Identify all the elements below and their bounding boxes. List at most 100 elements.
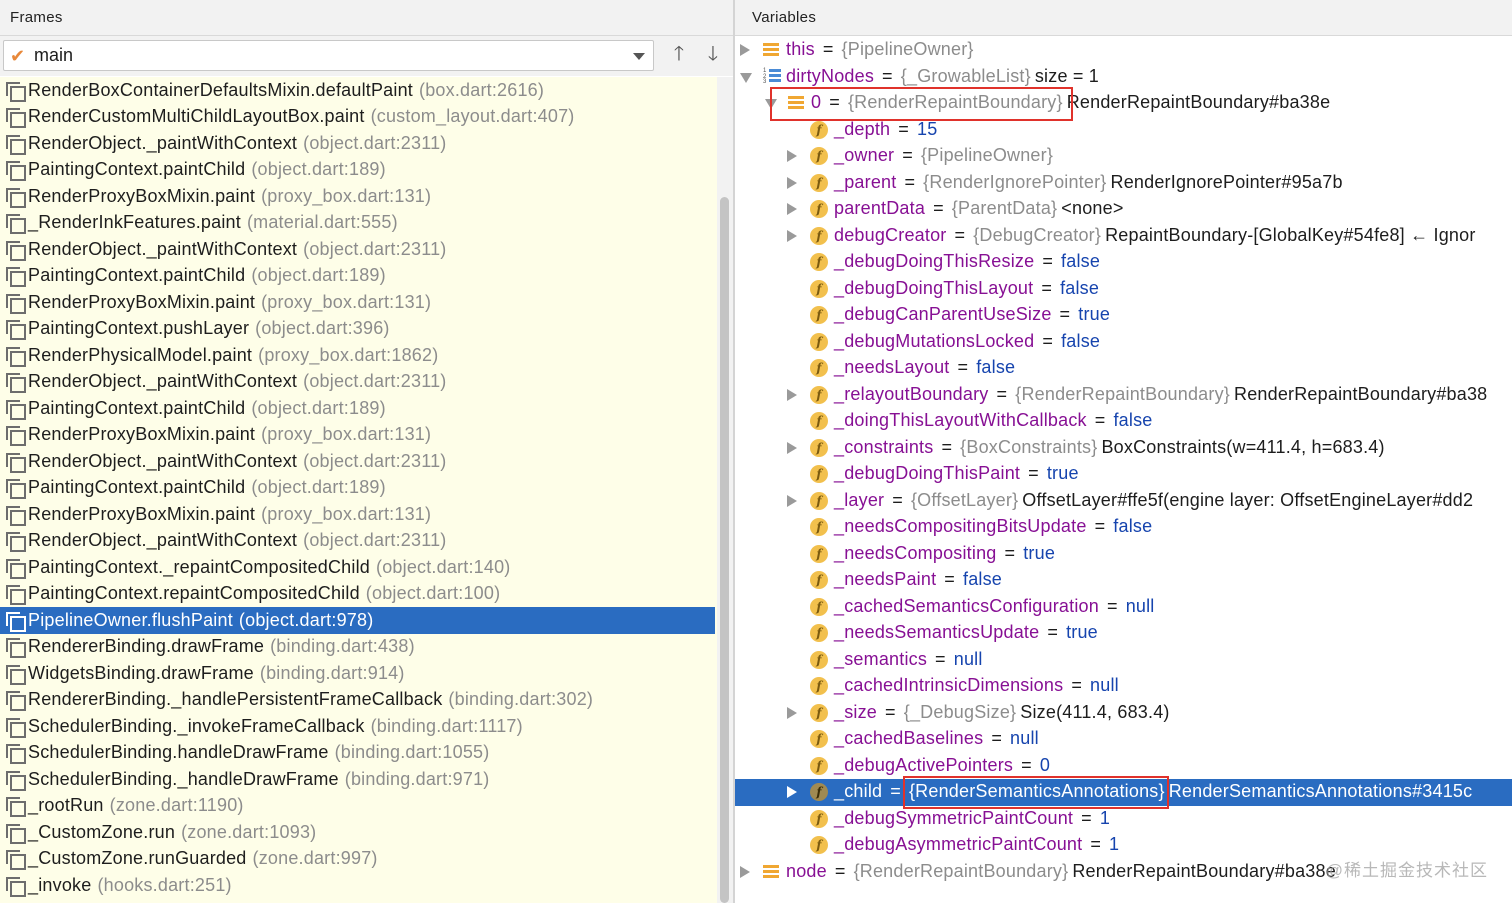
- expand-arrow-icon[interactable]: [787, 203, 797, 215]
- variable-name: _semantics: [834, 648, 928, 669]
- frame-location: (box.dart:2616): [419, 79, 545, 100]
- variable-row[interactable]: f debugCreator = {DebugCreator} RepaintBound…: [735, 223, 1512, 250]
- frame-row[interactable]: _rootRun (zone.dart:1190): [0, 793, 715, 820]
- frame-row[interactable]: RenderCustomMultiChildLayoutBox.paint (cu…: [0, 104, 715, 131]
- variable-row[interactable]: f parentData = {ParentData} <none>: [735, 196, 1512, 223]
- equals-sign: =: [834, 860, 846, 881]
- variable-name: _relayoutBoundary: [834, 383, 989, 404]
- expand-arrow-icon[interactable]: [787, 786, 797, 798]
- frame-row[interactable]: RenderProxyBoxMixin.paint (proxy_box.dart…: [0, 289, 715, 316]
- frame-row[interactable]: SchedulerBinding.handleDrawFrame (binding…: [0, 740, 715, 767]
- variable-row[interactable]: f _size = {_DebugSize} Size(411.4, 683.4): [735, 700, 1512, 727]
- expand-arrow-icon[interactable]: [787, 441, 797, 454]
- expand-arrow-icon[interactable]: [787, 388, 797, 401]
- variable-row[interactable]: f _layer = {OffsetLayer} OffsetLayer#ffe5f(e…: [735, 488, 1512, 515]
- frame-row[interactable]: RenderBoxContainerDefaultsMixin.defaultP…: [0, 77, 715, 104]
- frame-row[interactable]: PaintingContext.paintChild (object.dart:1…: [0, 157, 715, 184]
- frame-row[interactable]: RenderObject._paintWithContext (object.da…: [0, 369, 715, 396]
- frame-row[interactable]: _CustomZone.runGuarded (zone.dart:997): [0, 846, 715, 873]
- frame-location: (hooks.dart:251): [97, 874, 232, 895]
- next-frame-arrow-icon[interactable]: 🡓: [700, 42, 726, 70]
- frame-row[interactable]: PaintingContext.paintChild (object.dart:1…: [0, 475, 715, 502]
- frame-row[interactable]: RenderObject._paintWithContext (object.da…: [0, 130, 715, 157]
- frame-row[interactable]: RenderProxyBoxMixin.paint (proxy_box.dart…: [0, 422, 715, 449]
- variable-row[interactable]: f _parent = {RenderIgnorePointer} RenderIgno…: [735, 170, 1512, 197]
- variable-row[interactable]: f _debugActivePointers = 0: [735, 753, 1512, 780]
- frame-row[interactable]: PaintingContext.paintChild (object.dart:1…: [0, 263, 715, 290]
- frame-row[interactable]: RenderObject._paintWithContext (object.da…: [0, 448, 715, 475]
- variable-row[interactable]: f _needsCompositing = true: [735, 541, 1512, 568]
- frame-row[interactable]: RenderObject._paintWithContext (object.da…: [0, 236, 715, 263]
- variable-row[interactable]: f _needsPaint = false: [735, 567, 1512, 594]
- chevron-down-icon[interactable]: [633, 53, 645, 60]
- variable-value: 1: [1109, 834, 1120, 854]
- variable-text: this = {PipelineOwner}: [786, 39, 974, 60]
- expand-arrow-icon[interactable]: [787, 706, 797, 719]
- variable-row[interactable]: f _cachedIntrinsicDimensions = null: [735, 673, 1512, 700]
- variable-row[interactable]: this = {PipelineOwner}: [735, 37, 1512, 64]
- variable-row[interactable]: 1 2 3 dirtyNodes = {_GrowableList} size = 1: [735, 64, 1512, 91]
- expand-arrow-icon[interactable]: [787, 176, 797, 189]
- frame-row[interactable]: PaintingContext.paintChild (object.dart:1…: [0, 395, 715, 422]
- variable-text: parentData = {ParentData} <none>: [834, 198, 1124, 219]
- frame-row[interactable]: PaintingContext._repaintCompositedChild (…: [0, 554, 715, 581]
- variable-row[interactable]: f _needsSemanticsUpdate = true: [735, 620, 1512, 647]
- collapse-arrow-icon[interactable]: [765, 99, 777, 109]
- expand-arrow-icon[interactable]: [740, 865, 750, 878]
- variable-row[interactable]: f _owner = {PipelineOwner}: [735, 143, 1512, 170]
- variable-value: false: [1060, 277, 1100, 298]
- variable-name: _constraints: [834, 436, 934, 457]
- frame-row[interactable]: RenderProxyBoxMixin.paint (proxy_box.dart…: [0, 183, 715, 210]
- variable-name: _debugDoingThisResize: [834, 251, 1035, 271]
- variable-row[interactable]: f _debugAsymmetricPaintCount = 1: [735, 832, 1512, 859]
- expand-arrow-icon[interactable]: [787, 229, 797, 242]
- expand-arrow-icon[interactable]: [787, 150, 797, 162]
- stack-frame-icon: [6, 823, 26, 844]
- previous-frame-arrow-icon[interactable]: 🡑: [666, 42, 692, 70]
- variable-row[interactable]: f _debugCanParentUseSize = true: [735, 302, 1512, 329]
- frame-row[interactable]: SchedulerBinding._handleDrawFrame (bindin…: [0, 766, 715, 793]
- variable-row[interactable]: f _needsCompositingBitsUpdate = false: [735, 514, 1512, 541]
- collapse-arrow-icon[interactable]: [740, 72, 752, 83]
- frame-row[interactable]: _RenderInkFeatures.paint (material.dart:5…: [0, 210, 715, 237]
- variable-value: false: [963, 569, 1003, 589]
- frame-row[interactable]: PaintingContext.repaintCompositedChild (o…: [0, 581, 715, 608]
- variable-row[interactable]: f _cachedSemanticsConfiguration = null: [735, 594, 1512, 621]
- field-icon: f: [810, 465, 828, 483]
- frame-method-name: RenderObject._paintWithContext: [28, 450, 298, 471]
- frame-row[interactable]: _CustomZone.run (zone.dart:1093): [0, 819, 715, 846]
- frames-scrollbar[interactable]: [717, 77, 733, 903]
- variable-row[interactable]: f _needsLayout = false: [735, 355, 1512, 382]
- frames-scrollbar-thumb[interactable]: [720, 197, 729, 903]
- variable-row[interactable]: f _debugSymmetricPaintCount = 1: [735, 806, 1512, 833]
- field-icon: f: [810, 491, 828, 510]
- thread-selector[interactable]: ✔ main: [3, 40, 654, 71]
- frame-row[interactable]: PipelineOwner.flushPaint (object.dart:978…: [0, 607, 715, 634]
- variable-row[interactable]: f _debugMutationsLocked = false: [735, 329, 1512, 356]
- variable-row[interactable]: f _relayoutBoundary = {RenderRepaintBoundar…: [735, 382, 1512, 409]
- frame-row[interactable]: RenderObject._paintWithContext (object.da…: [0, 528, 715, 555]
- expand-arrow-icon[interactable]: [787, 494, 797, 507]
- variable-row[interactable]: f _constraints = {BoxConstraints} BoxConstra…: [735, 435, 1512, 462]
- variable-row[interactable]: f _debugDoingThisResize = false: [735, 249, 1512, 276]
- frame-row[interactable]: RenderProxyBoxMixin.paint (proxy_box.dart…: [0, 501, 715, 528]
- variable-value: RenderRepaintBoundary#ba38e: [1072, 860, 1336, 881]
- variable-row[interactable]: f _doingThisLayoutWithCallback = false: [735, 408, 1512, 435]
- frame-row[interactable]: RenderPhysicalModel.paint (proxy_box.dart…: [0, 342, 715, 369]
- frame-row[interactable]: _invoke (hooks.dart:251): [0, 872, 715, 899]
- frame-row[interactable]: PaintingContext.pushLayer (object.dart:39…: [0, 316, 715, 343]
- frame-row[interactable]: RendererBinding._handlePersistentFrameCa…: [0, 687, 715, 714]
- variable-row[interactable]: f _debugDoingThisLayout = false: [735, 276, 1512, 303]
- expand-arrow-icon[interactable]: [740, 44, 750, 56]
- variable-row[interactable]: f _depth = 15: [735, 117, 1512, 144]
- variable-row[interactable]: f _debugDoingThisPaint = true: [735, 461, 1512, 488]
- field-icon: f: [810, 253, 828, 271]
- frame-row[interactable]: RendererBinding.drawFrame (binding.dart:4…: [0, 634, 715, 661]
- variable-row[interactable]: f _child = {RenderSemanticsAnnotations} Rend…: [735, 779, 1512, 806]
- frame-method-name: _CustomZone.run: [28, 821, 176, 842]
- variable-row[interactable]: f _semantics = null: [735, 647, 1512, 674]
- frame-row[interactable]: WidgetsBinding.drawFrame (binding.dart:91…: [0, 660, 715, 687]
- variable-row[interactable]: 0 = {RenderRepaintBoundary} RenderRepaintBo…: [735, 90, 1512, 117]
- variable-row[interactable]: f _cachedBaselines = null: [735, 726, 1512, 753]
- frame-row[interactable]: SchedulerBinding._invokeFrameCallback (bi…: [0, 713, 715, 740]
